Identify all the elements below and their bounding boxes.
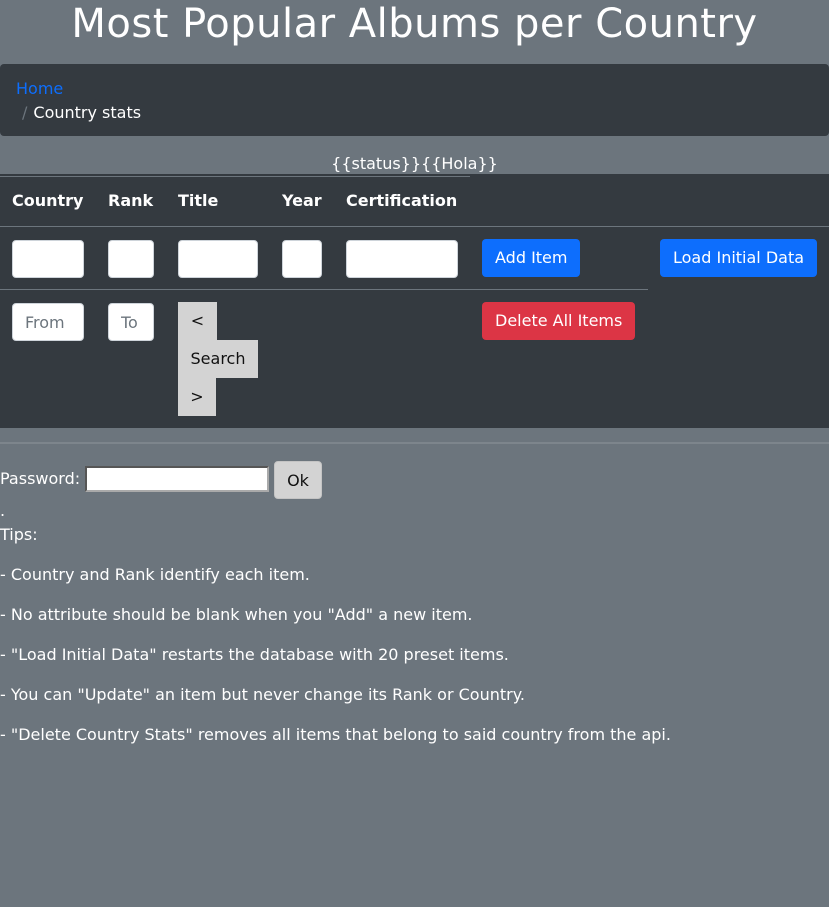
breadcrumb: Home / Country stats bbox=[0, 64, 829, 136]
header-year: Year bbox=[282, 191, 322, 210]
breadcrumb-home-link[interactable]: Home bbox=[16, 77, 813, 101]
tip-item: - You can "Update" an item but never cha… bbox=[0, 685, 525, 704]
tip-item: - Country and Rank identify each item. bbox=[0, 565, 310, 584]
header-rank: Rank bbox=[108, 191, 154, 210]
header-certification: Certification bbox=[346, 191, 458, 210]
table-top-border bbox=[0, 176, 470, 177]
tips-title: Tips: bbox=[0, 525, 38, 544]
section-divider bbox=[0, 442, 829, 444]
breadcrumb-current: / Country stats bbox=[16, 101, 813, 125]
password-label: Password: bbox=[0, 469, 81, 488]
breadcrumb-current-label: Country stats bbox=[33, 103, 142, 122]
to-input[interactable] bbox=[108, 303, 154, 341]
ok-button[interactable]: Ok bbox=[274, 461, 322, 499]
load-initial-data-button[interactable]: Load Initial Data bbox=[660, 239, 818, 277]
previous-page-button[interactable]: < bbox=[178, 302, 217, 340]
header-country: Country bbox=[12, 191, 84, 210]
rank-input[interactable] bbox=[108, 240, 154, 278]
tip-item: - "Load Initial Data" restarts the datab… bbox=[0, 645, 509, 664]
delete-all-items-button[interactable]: Delete All Items bbox=[482, 302, 636, 340]
year-input[interactable] bbox=[282, 240, 322, 278]
row-divider bbox=[0, 289, 648, 290]
header-divider bbox=[0, 226, 829, 227]
tip-item: - No attribute should be blank when you … bbox=[0, 605, 473, 624]
certification-input[interactable] bbox=[346, 240, 458, 278]
search-button[interactable]: Search bbox=[178, 340, 258, 378]
items-table bbox=[0, 174, 829, 428]
from-input[interactable] bbox=[12, 303, 84, 341]
header-title: Title bbox=[178, 191, 219, 210]
password-input[interactable] bbox=[85, 466, 269, 492]
add-item-button[interactable]: Add Item bbox=[482, 239, 581, 277]
status-text: {{status}}{{Hola}} bbox=[331, 154, 498, 173]
next-page-button[interactable]: > bbox=[178, 378, 216, 416]
tip-item: - "Delete Country Stats" removes all ite… bbox=[0, 725, 671, 744]
page-title: Most Popular Albums per Country bbox=[71, 1, 758, 47]
dot-text: . bbox=[0, 501, 6, 520]
country-input[interactable] bbox=[12, 240, 84, 278]
breadcrumb-separator: / bbox=[22, 103, 28, 122]
title-input[interactable] bbox=[178, 240, 258, 278]
